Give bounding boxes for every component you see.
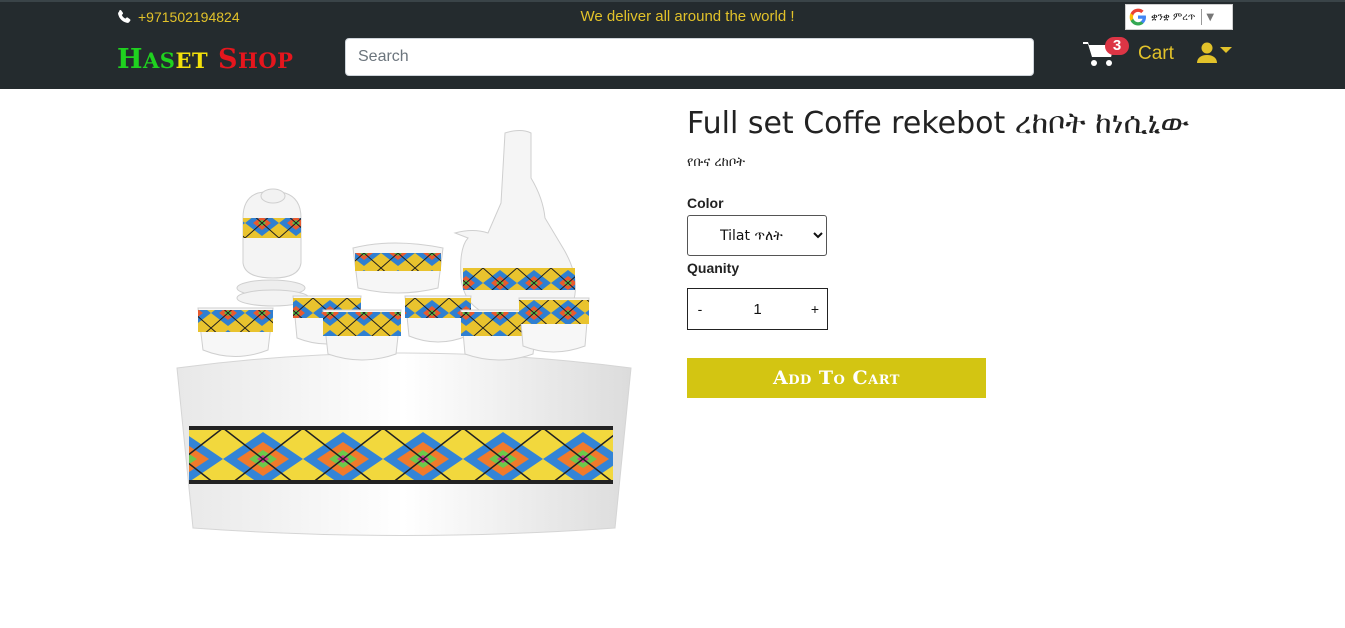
caret-down-icon (1220, 47, 1232, 53)
cart-label: Cart (1138, 43, 1174, 64)
product-subtitle: የቡና ረከቦት (687, 155, 746, 170)
caret-down-icon: ▼ (1206, 11, 1215, 23)
top-navbar: +971502194824 We deliver all around the … (0, 0, 1345, 89)
add-to-cart-button[interactable]: Add To Cart (687, 358, 986, 398)
google-icon (1129, 8, 1146, 26)
color-select[interactable]: Tilat ጥለት (687, 215, 827, 256)
cart-count-badge: 3 (1105, 37, 1129, 55)
logo-text: ET (175, 48, 209, 73)
logo-letter: S (208, 44, 239, 75)
logo-text: AS (143, 48, 176, 73)
search-input[interactable] (345, 38, 1034, 76)
logo-letter: H (117, 44, 144, 75)
product-image[interactable] (143, 118, 661, 548)
site-logo[interactable]: HASET SHOP (117, 44, 293, 77)
user-icon (1197, 42, 1217, 63)
translate-divider (1201, 9, 1203, 25)
translate-language: ቋንቋ ምረጥ (1151, 11, 1196, 23)
google-translate-widget[interactable]: ቋንቋ ምረጥ ▼ (1125, 4, 1233, 30)
quantity-value[interactable]: 1 (753, 301, 761, 318)
color-label: Color (687, 195, 724, 211)
quantity-increment-button[interactable]: + (803, 301, 827, 317)
product-title: Full set Coffe rekebot ረከቦት ከነሲኒው (687, 106, 1190, 141)
quantity-decrement-button[interactable]: - (688, 301, 712, 317)
quantity-stepper: - 1 + (687, 288, 828, 330)
user-menu-toggle[interactable] (1197, 42, 1233, 64)
logo-text: HOP (238, 48, 294, 73)
cart-button[interactable]: 3 Cart (1082, 37, 1174, 68)
quantity-label: Quanity (687, 260, 740, 276)
